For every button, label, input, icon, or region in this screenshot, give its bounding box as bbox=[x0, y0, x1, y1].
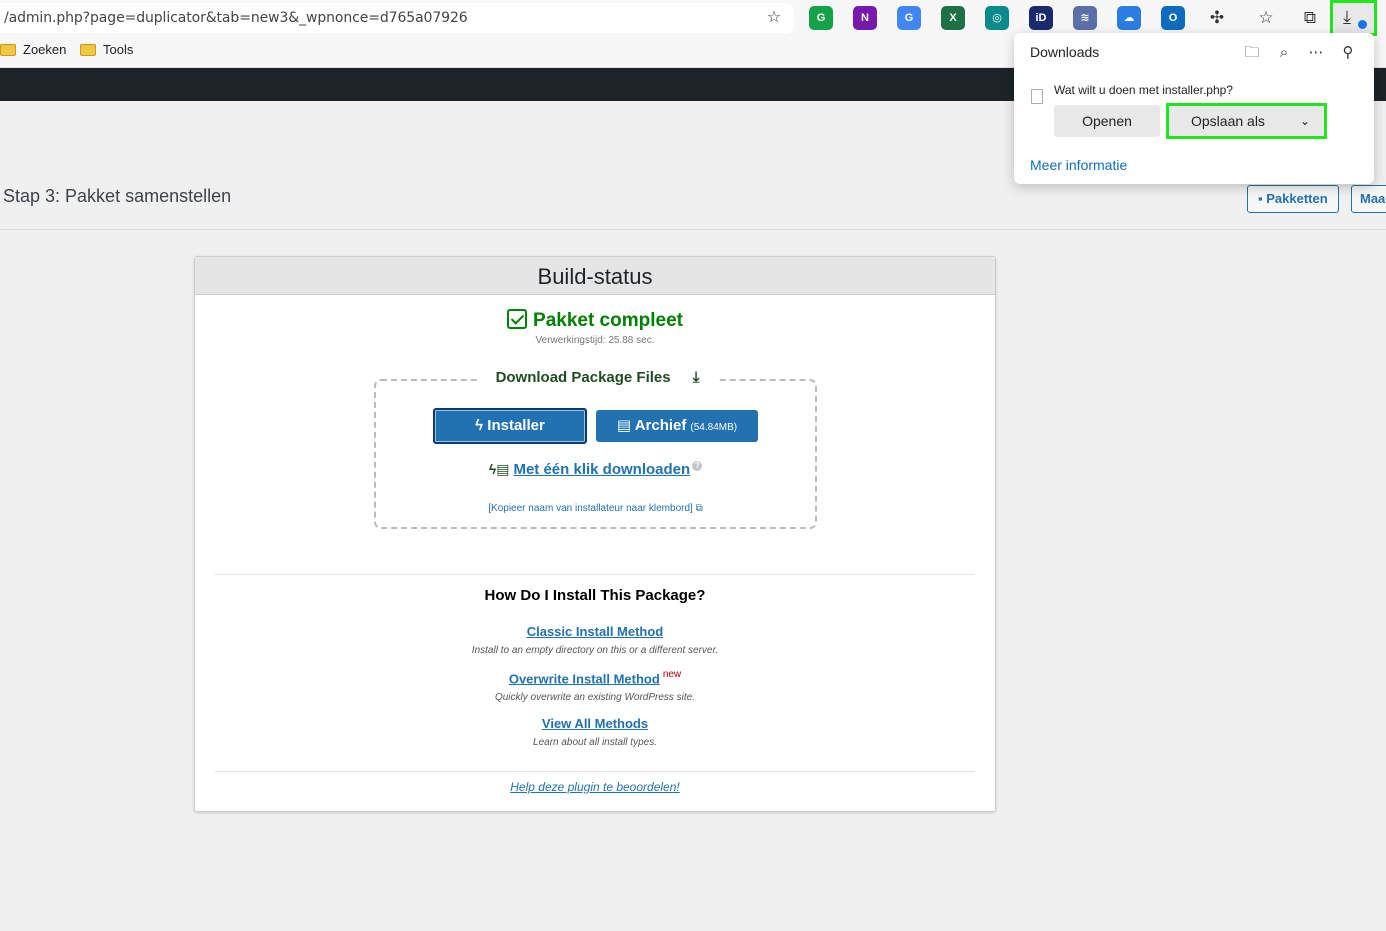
install-howto-title: How Do I Install This Package? bbox=[484, 587, 706, 604]
installer-label: Installer bbox=[487, 417, 545, 434]
archive-label: Archief bbox=[634, 417, 687, 434]
target-icon[interactable]: ◎ bbox=[985, 6, 1009, 30]
package-complete-status: Pakket compleet bbox=[195, 309, 995, 332]
download-badge bbox=[1358, 20, 1367, 29]
method-desc: Learn about all install types. bbox=[533, 737, 657, 748]
copy-label: [Kopieer naam van installateur naar klem… bbox=[488, 503, 693, 514]
processing-time: Verwerkingstijd: 25.88 sec. bbox=[535, 335, 655, 346]
rate-plugin: Help deze plugin te beoordelen! bbox=[195, 780, 995, 794]
chevron-down-icon[interactable]: ⌄ bbox=[1300, 106, 1310, 136]
save-as-label: Opslaan als bbox=[1191, 113, 1265, 129]
sheets-icon[interactable]: X bbox=[941, 6, 965, 30]
open-button[interactable]: Openen bbox=[1054, 105, 1160, 137]
method-desc: Quickly overwrite an existing WordPress … bbox=[494, 692, 696, 704]
edit-icon[interactable]: ≋ bbox=[1073, 6, 1097, 30]
packages-button[interactable]: ▪ Pakketten bbox=[1247, 185, 1339, 213]
divider bbox=[215, 574, 975, 575]
downloads-popup: Downloads 🗀 ⌕ ⋯ ⚲ Wat wilt u doen met in… bbox=[1014, 33, 1374, 184]
extensions-puzzle-icon[interactable]: ✣ bbox=[1205, 6, 1229, 30]
url-text[interactable]: /admin.php?page=duplicator&tab=new3&_wpn… bbox=[4, 10, 468, 26]
page-title: Stap 3: Pakket samenstellen bbox=[3, 186, 232, 206]
new-badge: new bbox=[662, 669, 682, 680]
archive-icon: ▪ bbox=[1258, 191, 1263, 206]
open-folder-icon[interactable]: 🗀 bbox=[1241, 42, 1263, 64]
download-legend: Download Package Files ⤓ bbox=[376, 369, 819, 387]
archive-size: (54.84MB) bbox=[690, 422, 738, 433]
download-files-box: Download Package Files ⤓ ϟ Installer ▤ A… bbox=[374, 369, 817, 529]
pin-icon[interactable]: ⚲ bbox=[1337, 42, 1359, 64]
divider bbox=[215, 771, 975, 772]
grammarly-icon[interactable]: G bbox=[809, 6, 833, 30]
address-bar[interactable]: /admin.php?page=duplicator&tab=new3&_wpn… bbox=[0, 3, 794, 33]
onenote-icon[interactable]: N bbox=[853, 6, 877, 30]
popup-title: Downloads bbox=[1030, 44, 1100, 60]
bookmark-folder-zoeken[interactable]: Zoeken bbox=[0, 42, 66, 57]
more-info-link[interactable]: Meer informatie bbox=[1030, 157, 1127, 173]
bolt-icon: ϟ bbox=[475, 417, 484, 434]
archive-button[interactable]: ▤ Archief (54.84MB) bbox=[596, 410, 758, 442]
build-status-panel: Build-status Pakket compleet Verwerkings… bbox=[194, 256, 996, 812]
method-classic: Classic Install Method Install to an emp… bbox=[195, 623, 995, 656]
favorites-icon[interactable]: ☆ bbox=[1254, 6, 1278, 30]
bookmark-label: Zoeken bbox=[23, 42, 67, 57]
cloud-icon[interactable]: ☁ bbox=[1117, 6, 1141, 30]
downloads-button[interactable]: ⤓ bbox=[1330, 0, 1377, 36]
bolt-file-icon: ϟ▤ bbox=[488, 461, 510, 477]
id-icon[interactable]: iD bbox=[1029, 6, 1053, 30]
download-icon: ⤓ bbox=[683, 369, 709, 386]
file-zip-icon: ▤ bbox=[616, 417, 632, 434]
one-click-download: ϟ▤ Met één klik downloaden? bbox=[376, 461, 815, 478]
panel-title: Build-status bbox=[195, 257, 995, 295]
complete-label: Pakket compleet bbox=[533, 310, 683, 331]
method-desc: Install to an empty directory on this or… bbox=[471, 645, 719, 656]
add-favorite-icon[interactable]: ☆ bbox=[764, 8, 784, 28]
create-new-button[interactable]: Maa bbox=[1351, 185, 1386, 213]
bookmark-label: Tools bbox=[103, 42, 134, 57]
method-link[interactable]: Overwrite Install Method bbox=[509, 671, 660, 686]
browser-toolbar: /admin.php?page=duplicator&tab=new3&_wpn… bbox=[0, 0, 1386, 36]
method-overwrite: Overwrite Install Method new Quickly over… bbox=[195, 669, 995, 703]
method-link[interactable]: Classic Install Method bbox=[527, 624, 664, 639]
save-as-button[interactable]: Opslaan als ⌄ bbox=[1166, 103, 1327, 139]
packages-label: Pakketten bbox=[1266, 191, 1328, 206]
folder-icon bbox=[0, 43, 16, 56]
header-divider bbox=[0, 229, 1386, 230]
download-arrow-icon: ⤓ bbox=[1343, 7, 1351, 27]
help-icon[interactable]: ? bbox=[692, 461, 703, 471]
copy-installer-name-link[interactable]: [Kopieer naam van installateur naar klem… bbox=[376, 503, 815, 514]
bookmark-folder-tools[interactable]: Tools bbox=[80, 42, 133, 57]
legend-label: Download Package Files bbox=[486, 369, 680, 386]
check-square-icon bbox=[507, 309, 528, 329]
installer-button[interactable]: ϟ Installer bbox=[433, 408, 587, 444]
one-click-link[interactable]: Met één klik downloaden bbox=[513, 461, 690, 478]
method-view-all: View All Methods Learn about all install… bbox=[195, 715, 995, 748]
rate-plugin-link[interactable]: Help deze plugin te beoordelen! bbox=[510, 780, 679, 794]
file-icon bbox=[1031, 89, 1043, 104]
folder-icon bbox=[80, 43, 96, 56]
copy-icon: ⧉ bbox=[695, 503, 703, 514]
collections-icon[interactable]: ⧉ bbox=[1298, 6, 1322, 30]
search-icon[interactable]: ⌕ bbox=[1273, 42, 1295, 64]
download-question: Wat wilt u doen met installer.php? bbox=[1054, 83, 1233, 97]
more-options-icon[interactable]: ⋯ bbox=[1305, 42, 1327, 64]
translate-icon[interactable]: G bbox=[897, 6, 921, 30]
method-link[interactable]: View All Methods bbox=[542, 716, 648, 731]
outlook-icon[interactable]: O bbox=[1161, 6, 1185, 30]
